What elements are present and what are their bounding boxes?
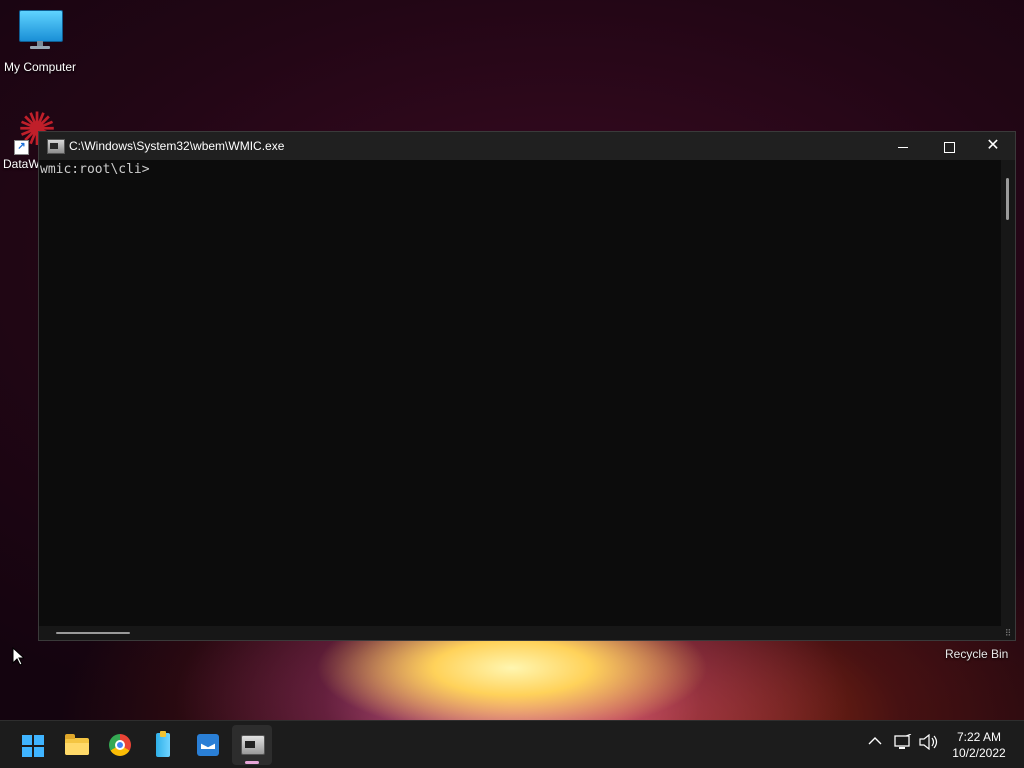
vertical-scrollbar[interactable] xyxy=(1001,160,1015,626)
monitor-icon xyxy=(19,10,63,52)
vertical-scroll-thumb[interactable] xyxy=(1006,178,1009,220)
title-bar[interactable]: C:\Windows\System32\wbem\WMIC.exe ✕ xyxy=(39,132,1015,160)
network-icon[interactable] xyxy=(894,733,912,753)
taskbar: 7:22 AM 10/2/2022 xyxy=(0,720,1024,768)
taskbar-chrome[interactable] xyxy=(100,725,140,765)
clock-date: 10/2/2022 xyxy=(952,746,1006,760)
start-button[interactable] xyxy=(12,725,52,765)
horizontal-scroll-thumb[interactable] xyxy=(56,632,130,634)
clock[interactable]: 7:22 AM 10/2/2022 xyxy=(944,729,1014,761)
active-indicator xyxy=(245,761,259,764)
taskbar-wmic[interactable] xyxy=(232,725,272,765)
show-hidden-icons-chevron-icon[interactable] xyxy=(868,733,882,749)
mouse-pointer-icon xyxy=(12,647,24,666)
mailbox-icon xyxy=(197,734,219,756)
desktop-icon-label: DataW xyxy=(3,157,40,171)
minimize-button[interactable] xyxy=(880,132,926,160)
close-icon: ✕ xyxy=(986,137,1000,154)
horizontal-scrollbar[interactable] xyxy=(39,626,1001,640)
folder-icon xyxy=(65,734,89,755)
close-button[interactable]: ✕ xyxy=(970,132,1016,160)
chrome-icon xyxy=(109,734,131,756)
shortcut-arrow-icon: ↗ xyxy=(14,140,29,155)
archive-icon xyxy=(156,731,170,757)
windows-logo-icon xyxy=(22,735,44,757)
desktop: My Computer ✺ ↗ DataW Recycle Bin C:\Win… xyxy=(0,0,1024,720)
desktop-icon-my-computer[interactable]: My Computer xyxy=(0,10,80,74)
console-app-icon xyxy=(47,139,65,154)
window-title: C:\Windows\System32\wbem\WMIC.exe xyxy=(69,139,285,153)
console-text-area[interactable]: wmic:root\cli> xyxy=(39,160,1001,626)
console-window: C:\Windows\System32\wbem\WMIC.exe ✕ wmic… xyxy=(38,131,1016,641)
maximize-icon xyxy=(943,141,955,153)
desktop-icon-label: My Computer xyxy=(3,60,77,74)
desktop-icon-recycle-bin[interactable]: Recycle Bin xyxy=(945,647,1008,661)
resize-grip-icon[interactable]: ⠿ xyxy=(1001,626,1015,640)
clock-time: 7:22 AM xyxy=(956,730,1002,744)
taskbar-archiver[interactable] xyxy=(144,725,184,765)
minimize-icon xyxy=(898,146,908,148)
command-prompt: wmic:root\cli> xyxy=(40,162,150,177)
maximize-button[interactable] xyxy=(926,132,972,160)
taskbar-mail[interactable] xyxy=(188,725,228,765)
wmic-icon xyxy=(241,735,265,755)
volume-icon[interactable] xyxy=(919,733,939,753)
taskbar-file-explorer[interactable] xyxy=(56,725,96,765)
